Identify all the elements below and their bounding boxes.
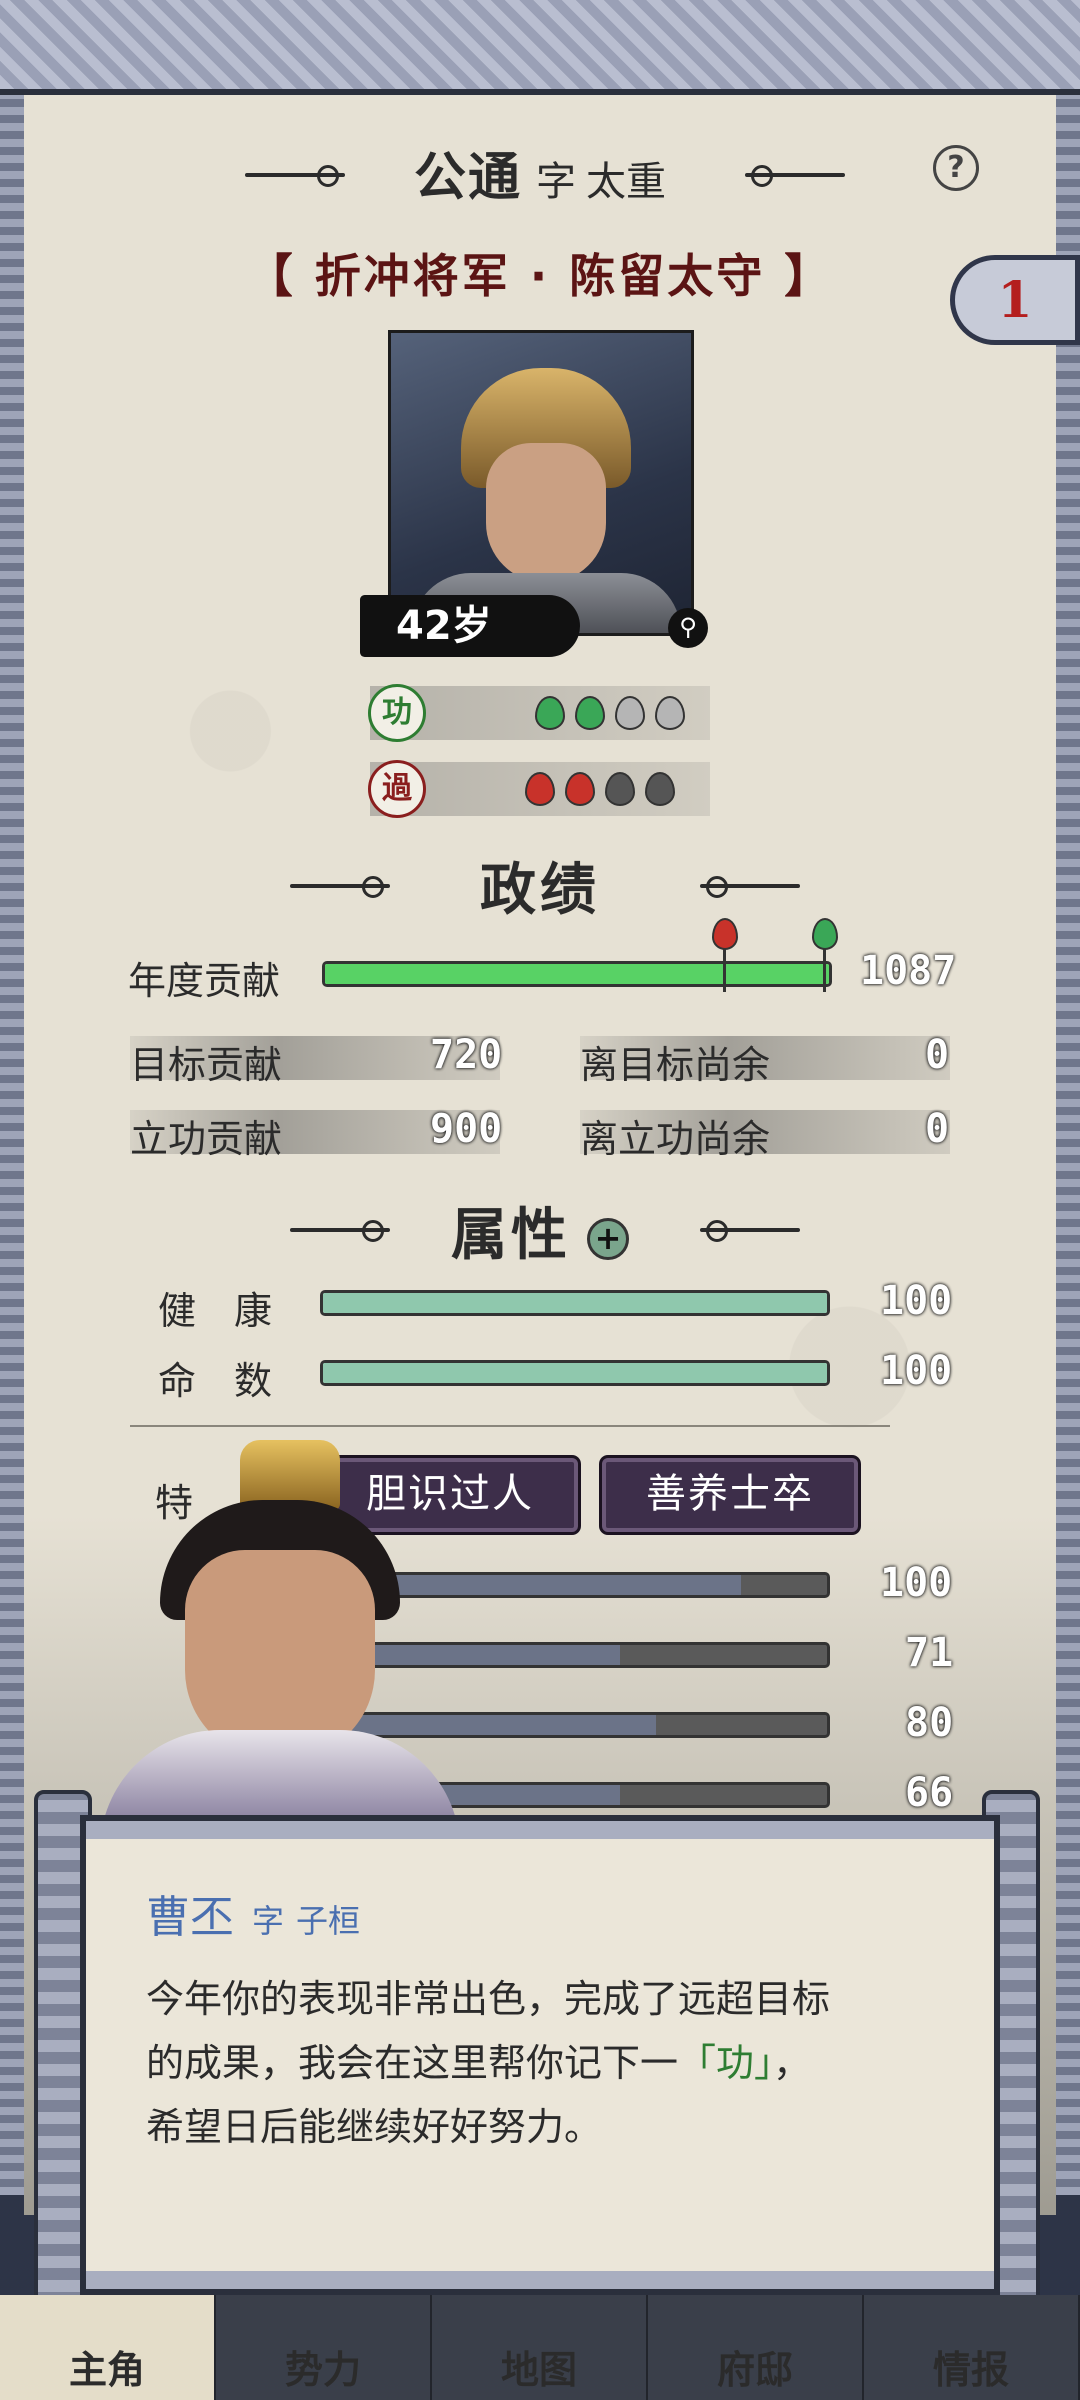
- health-value: 100: [880, 1278, 953, 1324]
- dialog-highlight: 「功」: [678, 2041, 774, 2085]
- target-marker-icon: [712, 918, 738, 950]
- trait-button[interactable]: 善养士卒: [602, 1458, 858, 1532]
- to-merit-value: 0: [925, 1106, 950, 1152]
- merit-contribution-value: 900: [430, 1106, 503, 1152]
- bottom-nav: 主角 势力 地图 府邸 情报: [0, 2295, 1080, 2400]
- guo-drop-icon: [565, 772, 595, 806]
- gong-drop-empty-icon: [615, 696, 645, 730]
- age-tag: 42岁: [360, 595, 580, 657]
- right-dagger-ornament: [700, 876, 800, 898]
- stat-value: 100: [880, 1560, 953, 1606]
- attributes-title: 属性 +: [0, 1190, 1080, 1271]
- to-merit-label: 离立功尚余: [580, 1117, 771, 1161]
- add-attribute-plus-icon[interactable]: +: [587, 1217, 629, 1260]
- gong-drop-empty-icon: [655, 696, 685, 730]
- face-graphic: [486, 443, 606, 583]
- zi-label: 字: [536, 159, 576, 205]
- stat-value: 66: [905, 1770, 954, 1816]
- speaker-zi-label: 字: [252, 1902, 285, 1940]
- right-border: [1056, 95, 1080, 2195]
- right-dagger-ornament: [700, 1220, 800, 1242]
- general-title: 公通字太重: [0, 135, 1080, 210]
- speaker-name: 曹丕: [146, 1892, 234, 1943]
- to-target-value: 0: [925, 1032, 950, 1078]
- nav-tab-intel[interactable]: 情报: [864, 2295, 1080, 2400]
- gong-drop-icon: [535, 696, 565, 730]
- annual-contribution-bar: [322, 961, 832, 987]
- left-border: [0, 95, 24, 2195]
- fate-bar: [320, 1360, 830, 1386]
- fate-fill: [323, 1363, 827, 1383]
- health-label: 健 康: [158, 1289, 273, 1333]
- magnifier-icon[interactable]: ⚲: [668, 608, 708, 648]
- nav-tab-faction[interactable]: 势力: [216, 2295, 432, 2400]
- merit-marker-line: [823, 948, 826, 992]
- dialog-line-part: 的成果，我会在这里帮你记下一: [146, 2041, 679, 2085]
- dialog-line: 的成果，我会在这里帮你记下一「功」，: [146, 2031, 940, 2095]
- target-contribution-value: 720: [430, 1032, 503, 1078]
- guo-drop-empty-icon: [605, 772, 635, 806]
- gong-badge: 功: [368, 684, 426, 742]
- nav-tab-map[interactable]: 地图: [432, 2295, 648, 2400]
- rank-title: 【 折冲将军 · 陈留太守 】: [246, 249, 834, 303]
- annual-contribution-fill: [325, 964, 829, 984]
- advisor-portrait: [100, 1440, 460, 1870]
- fate-label: 命 数: [158, 1359, 273, 1403]
- gong-drop-icon: [575, 696, 605, 730]
- face-graphic: [185, 1550, 375, 1760]
- nav-tab-protagonist[interactable]: 主角: [0, 2295, 216, 2400]
- dialog-line: 希望日后能继续好好努力。: [146, 2105, 603, 2149]
- merit-marker-icon: [812, 918, 838, 950]
- merit-contribution-label: 立功贡献: [130, 1117, 283, 1161]
- speaker-zi-value: 子桓: [296, 1902, 361, 1940]
- section-divider: [130, 1425, 890, 1427]
- guo-drop-icon: [525, 772, 555, 806]
- general-portrait[interactable]: [388, 330, 694, 636]
- dialog-line-part: ，: [773, 2041, 812, 2085]
- top-decorative-band: [0, 0, 1080, 95]
- guo-drop-empty-icon: [645, 772, 675, 806]
- dialog-line: 今年你的表现非常出色，完成了远超目标: [146, 1977, 831, 2021]
- health-bar: [320, 1290, 830, 1316]
- right-dagger-ornament: [745, 165, 845, 187]
- attributes-title-text: 属性: [451, 1203, 571, 1268]
- performance-title: 政绩: [480, 858, 600, 923]
- dialog-box[interactable]: 曹丕字子桓 今年你的表现非常出色，完成了远超目标 的成果，我会在这里帮你记下一「…: [80, 1815, 1000, 2295]
- fate-value: 100: [880, 1348, 953, 1394]
- annual-contribution-value: 1087: [860, 948, 957, 994]
- stat-value: 80: [905, 1700, 954, 1746]
- general-name: 公通: [413, 148, 522, 208]
- stat-value: 71: [905, 1630, 954, 1676]
- nav-tab-residence[interactable]: 府邸: [648, 2295, 864, 2400]
- guo-badge: 過: [368, 760, 426, 818]
- target-marker-line: [723, 948, 726, 992]
- annual-contribution-label: 年度贡献: [128, 959, 281, 1003]
- to-target-label: 离目标尚余: [580, 1043, 771, 1087]
- zi-value: 太重: [586, 159, 666, 205]
- target-contribution-label: 目标贡献: [130, 1043, 283, 1087]
- health-fill: [323, 1293, 827, 1313]
- dialog-text: 今年你的表现非常出色，完成了远超目标 的成果，我会在这里帮你记下一「功」， 希望…: [146, 1967, 940, 2159]
- help-question-icon[interactable]: ?: [933, 145, 979, 191]
